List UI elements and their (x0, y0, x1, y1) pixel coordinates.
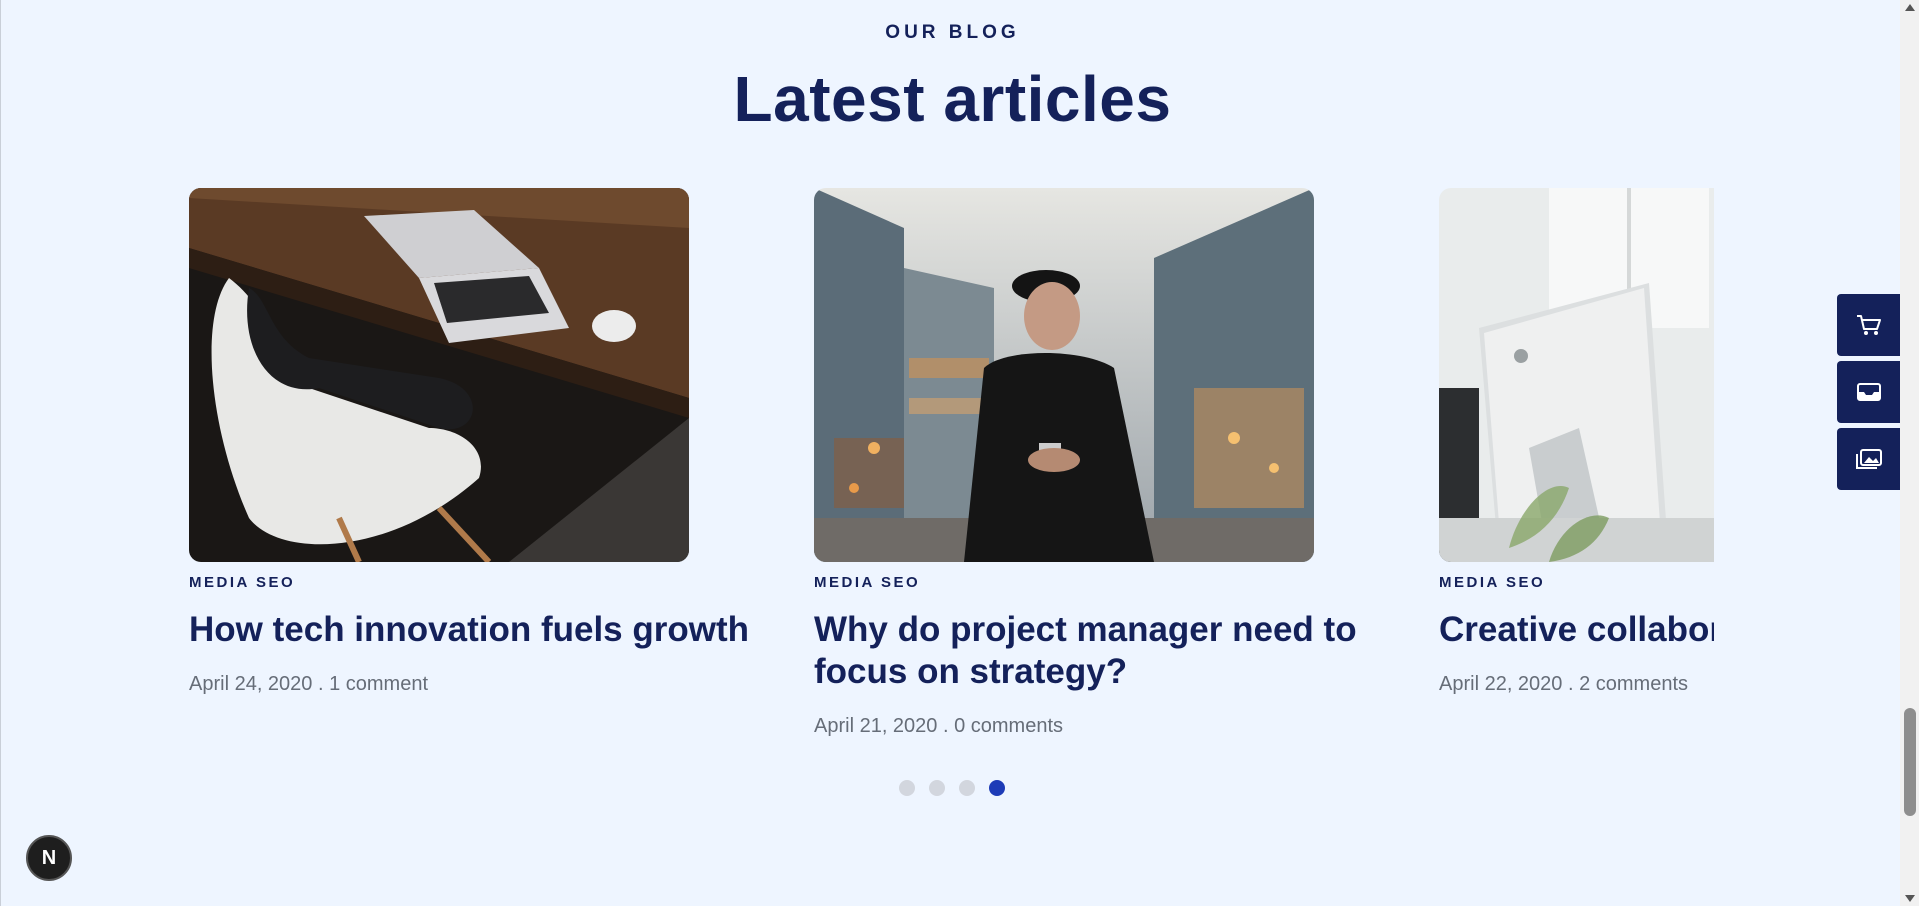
gallery-button[interactable] (1837, 428, 1900, 490)
blog-section: OUR BLOG Latest articles MEDIA SEO How t… (0, 0, 1900, 906)
article-date: April 24, 2020 (189, 673, 313, 695)
section-title: Latest articles (733, 63, 1172, 135)
side-toolbar (1837, 294, 1900, 495)
article-comments[interactable]: 2 comments (1579, 673, 1688, 695)
article-image-man-phone[interactable] (814, 188, 1314, 562)
carousel-dot[interactable] (929, 780, 945, 796)
page-scrollbar[interactable] (1900, 0, 1919, 906)
article-meta: April 24, 2020 . 1 comment (189, 673, 749, 696)
article-category[interactable]: MEDIA SEO (189, 574, 749, 591)
article-card[interactable]: MEDIA SEO How tech innovation fuels grow… (189, 188, 749, 696)
article-title[interactable]: Why do project manager need to focus on … (814, 609, 1374, 693)
meta-separator: . (937, 715, 955, 737)
cart-icon (1856, 315, 1881, 335)
article-meta: April 21, 2020 . 0 comments (814, 715, 1374, 738)
scroll-down-arrow-icon[interactable] (1905, 895, 1915, 902)
article-title[interactable]: Creative collaboration teams (1439, 609, 1714, 651)
scroll-thumb[interactable] (1904, 708, 1916, 816)
article-title[interactable]: How tech innovation fuels growth (189, 609, 749, 651)
article-image-laptop[interactable] (189, 188, 689, 562)
article-meta: April 22, 2020 . 2 comments (1439, 673, 1714, 696)
carousel-dot[interactable] (899, 780, 915, 796)
article-date: April 22, 2020 (1439, 673, 1563, 695)
section-eyebrow: OUR BLOG (885, 22, 1020, 43)
carousel-dot-active[interactable] (989, 780, 1005, 796)
article-comments[interactable]: 0 comments (954, 715, 1063, 737)
meta-separator: . (1562, 673, 1580, 695)
article-card[interactable]: MEDIA SEO Why do project manager need to… (814, 188, 1374, 738)
article-comments[interactable]: 1 comment (329, 673, 428, 695)
n-logo-badge[interactable]: N (26, 835, 72, 881)
article-date: April 21, 2020 (814, 715, 938, 737)
article-category[interactable]: MEDIA SEO (814, 574, 1374, 591)
scroll-up-arrow-icon[interactable] (1905, 4, 1915, 11)
meta-separator: . (312, 673, 330, 695)
cart-button[interactable] (1837, 294, 1900, 356)
article-carousel: MEDIA SEO How tech innovation fuels grow… (189, 188, 1714, 748)
gallery-icon (1855, 449, 1882, 469)
carousel-pagination (899, 780, 1005, 796)
inbox-icon (1856, 383, 1881, 401)
carousel-dot[interactable] (959, 780, 975, 796)
inbox-button[interactable] (1837, 361, 1900, 423)
article-image-imac[interactable] (1439, 188, 1714, 562)
article-card[interactable]: MEDIA SEO Creative collaboration teams A… (1439, 188, 1714, 696)
article-category[interactable]: MEDIA SEO (1439, 574, 1714, 591)
